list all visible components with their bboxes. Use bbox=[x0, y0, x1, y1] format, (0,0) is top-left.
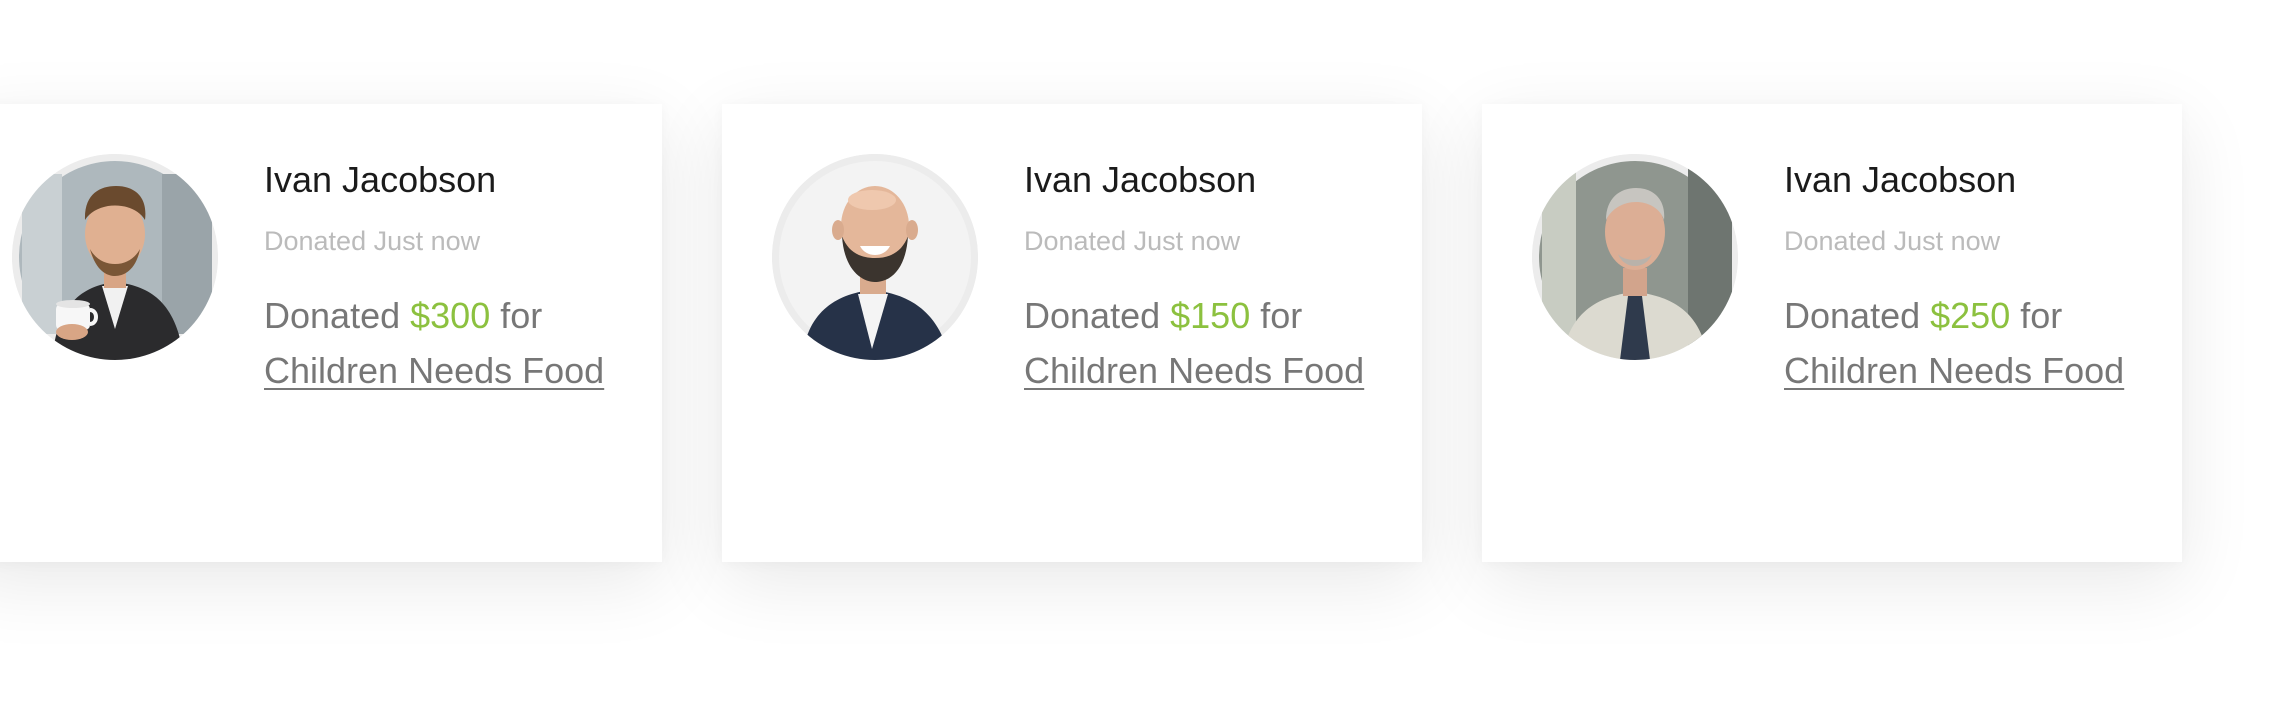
donation-summary: Donated $150 for Children Needs Food bbox=[1024, 288, 1444, 398]
laughing-bald-man-avatar bbox=[772, 154, 978, 360]
donation-amount: $250 bbox=[1930, 295, 2011, 336]
for-connector: for bbox=[500, 295, 543, 336]
donor-name: Ivan Jacobson bbox=[1024, 159, 1257, 200]
cause-link[interactable]: Children Needs Food bbox=[1024, 350, 1364, 391]
cause-link[interactable]: Children Needs Food bbox=[1784, 350, 2124, 391]
donation-summary: Donated $300 for Children Needs Food bbox=[264, 288, 684, 398]
person-holding-cup-avatar bbox=[12, 154, 218, 360]
donated-prefix: Donated bbox=[1784, 295, 1921, 336]
cause-link[interactable]: Children Needs Food bbox=[264, 350, 604, 391]
donation-info: Ivan Jacobson Donated Just now Donated $… bbox=[1784, 158, 2204, 398]
donation-card: Ivan Jacobson Donated Just now Donated $… bbox=[722, 104, 1422, 562]
donation-info: Ivan Jacobson Donated Just now Donated $… bbox=[1024, 158, 1444, 398]
donation-cards-section: Ivan Jacobson Donated Just now Donated $… bbox=[0, 0, 2290, 726]
avatar bbox=[1532, 154, 1738, 360]
donation-summary: Donated $250 for Children Needs Food bbox=[1784, 288, 2204, 398]
donation-card: Ivan Jacobson Donated Just now Donated $… bbox=[1482, 104, 2182, 562]
donation-amount: $300 bbox=[410, 295, 491, 336]
donation-time: Donated Just now bbox=[1024, 226, 1241, 256]
donation-card: Ivan Jacobson Donated Just now Donated $… bbox=[0, 104, 662, 562]
donation-amount: $150 bbox=[1170, 295, 1251, 336]
donor-name: Ivan Jacobson bbox=[1784, 159, 2017, 200]
donation-info: Ivan Jacobson Donated Just now Donated $… bbox=[264, 158, 684, 398]
avatar bbox=[772, 154, 978, 360]
for-connector: for bbox=[1260, 295, 1303, 336]
donation-time: Donated Just now bbox=[1784, 226, 2001, 256]
donation-time: Donated Just now bbox=[264, 226, 481, 256]
donor-name: Ivan Jacobson bbox=[264, 159, 497, 200]
avatar bbox=[12, 154, 218, 360]
donated-prefix: Donated bbox=[1024, 295, 1161, 336]
for-connector: for bbox=[2020, 295, 2063, 336]
older-man-avatar bbox=[1532, 154, 1738, 360]
donated-prefix: Donated bbox=[264, 295, 401, 336]
